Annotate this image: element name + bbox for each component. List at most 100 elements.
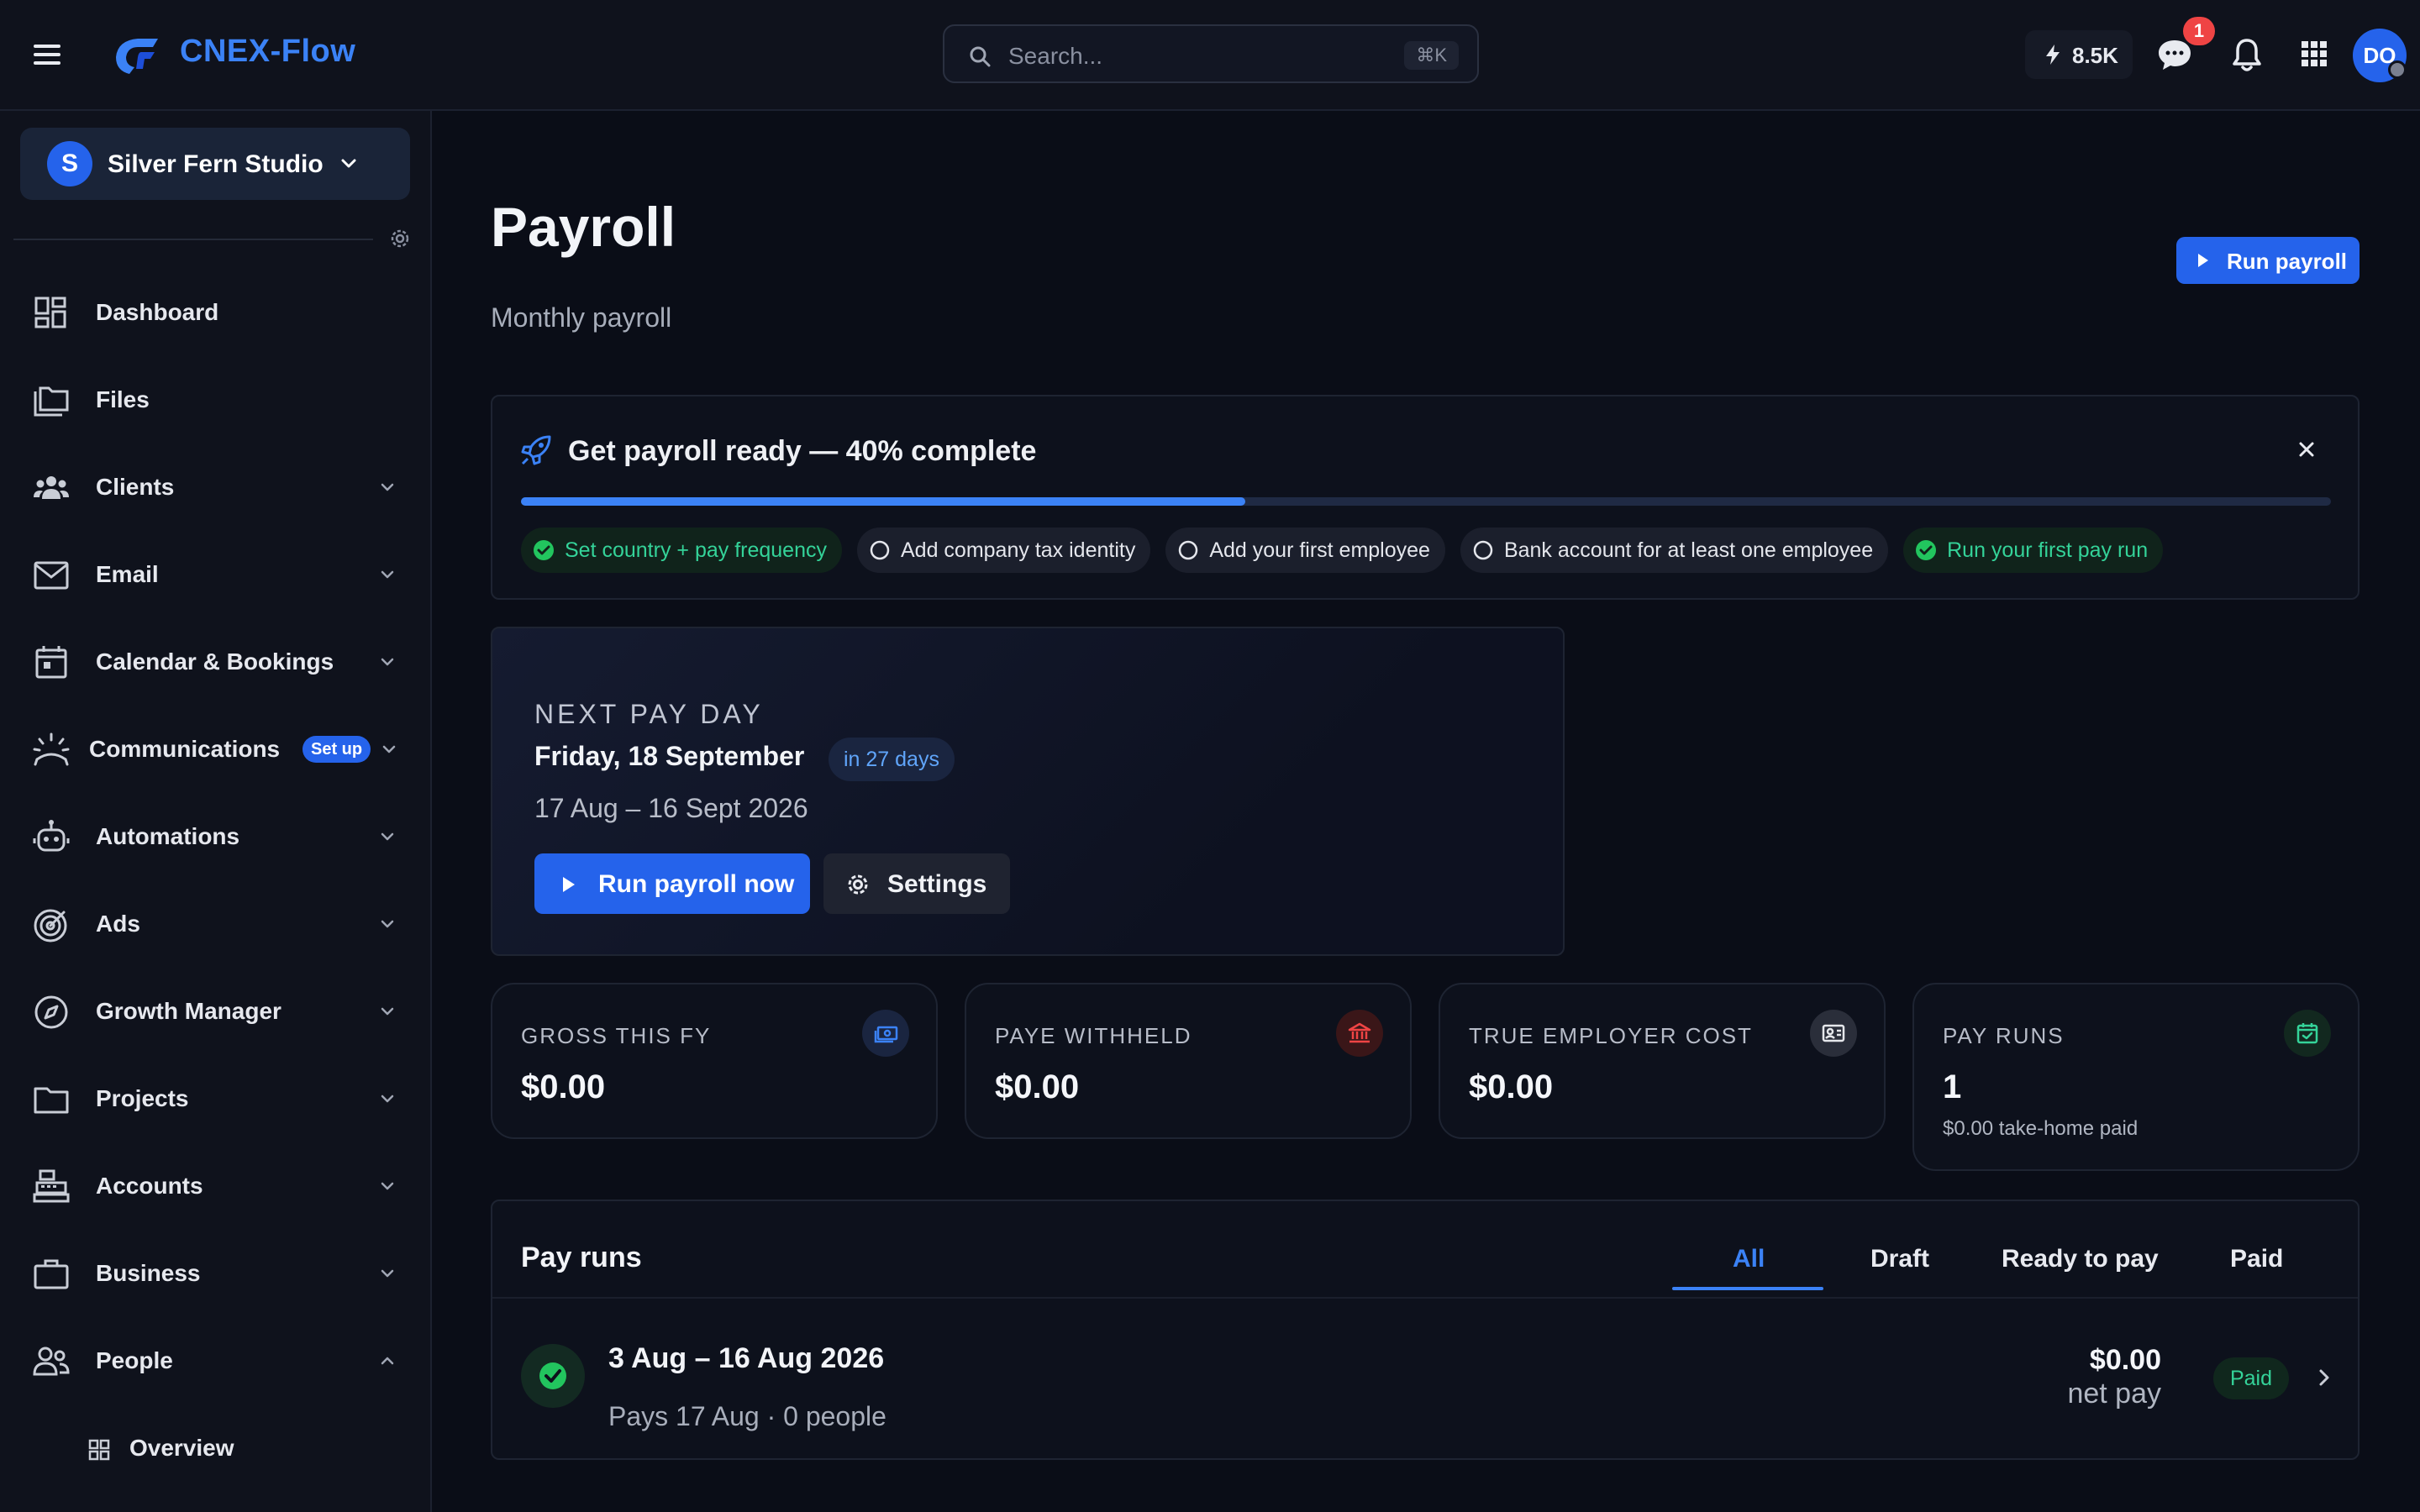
tab-ready-to-pay[interactable]: Ready to pay xyxy=(2002,1245,2159,1273)
setup-steps: Set country + pay frequency Add company t… xyxy=(521,528,2164,573)
brand-logo-icon[interactable] xyxy=(113,35,161,76)
sidebar-item-automations[interactable]: Automations xyxy=(0,803,430,870)
stat-value: $0.00 xyxy=(521,1068,606,1105)
sidebar-item-accounts[interactable]: Accounts xyxy=(0,1152,430,1220)
grid-icon xyxy=(88,1439,110,1461)
rocket-icon xyxy=(521,435,551,465)
chat-badge: 1 xyxy=(2183,17,2215,45)
chat-icon[interactable] xyxy=(2156,37,2193,72)
sidebar-item-communications[interactable]: Communications Set up xyxy=(0,716,430,783)
setup-step[interactable]: Bank account for at least one employee xyxy=(1460,528,1889,573)
sidebar-item-files[interactable]: Files xyxy=(0,366,430,433)
chevron-down-icon xyxy=(382,745,396,753)
setup-step-label: Add company tax identity xyxy=(901,538,1136,562)
sidebar-item-label: Clients xyxy=(96,474,175,500)
stat-subtext: $0.00 take-home paid xyxy=(1943,1117,2139,1140)
page-title: Payroll xyxy=(491,196,676,258)
settings-button[interactable]: Settings xyxy=(823,853,1010,914)
target-icon xyxy=(34,909,67,942)
close-icon[interactable] xyxy=(2296,438,2317,460)
apps-grid-icon[interactable] xyxy=(2301,40,2328,67)
setup-progress-card: Get payroll ready — 40% complete Set cou… xyxy=(491,395,2360,600)
settings-label: Settings xyxy=(887,870,987,898)
workspace-switcher[interactable]: S Silver Fern Studio xyxy=(20,128,410,200)
run-payroll-now-button[interactable]: Run payroll now xyxy=(534,853,810,914)
stat-value: $0.00 xyxy=(995,1068,1080,1105)
setup-step[interactable]: Run your first pay run xyxy=(1903,528,2164,573)
chevron-right-icon xyxy=(2319,1369,2329,1386)
calendar-check-icon xyxy=(2284,1010,2331,1057)
tab-draft[interactable]: Draft xyxy=(1870,1245,1929,1273)
pay-runs-card: Pay runs All Draft Ready to pay Paid 3 A… xyxy=(491,1200,2360,1460)
status-dot xyxy=(2388,60,2407,79)
tab-all[interactable]: All xyxy=(1733,1245,1765,1273)
chevron-up-icon xyxy=(381,1357,394,1365)
search-icon xyxy=(970,46,991,67)
sidebar-item-clients[interactable]: Clients xyxy=(0,454,430,521)
setup-step[interactable]: Set country + pay frequency xyxy=(521,528,842,573)
empty-circle-icon xyxy=(1179,540,1198,560)
id-card-icon xyxy=(1810,1010,1857,1057)
sidebar-item-label: Overview xyxy=(129,1435,234,1461)
sidebar-item-label: Accounts xyxy=(96,1173,203,1199)
setup-progress-bar xyxy=(521,497,2331,506)
workspace-avatar: S xyxy=(47,141,92,186)
pay-run-row[interactable]: 3 Aug – 16 Aug 2026 Pays 17 Aug · 0 peop… xyxy=(492,1299,2358,1458)
sidebar-item-calendar[interactable]: Calendar & Bookings xyxy=(0,628,430,696)
search-bar[interactable]: Search... ⌘K xyxy=(943,24,1479,83)
credits-button[interactable]: 8.5K xyxy=(2025,30,2133,79)
stat-label: PAYE WITHHELD xyxy=(995,1023,1192,1048)
stat-label: PAY RUNS xyxy=(1943,1023,2065,1048)
sidebar-divider xyxy=(13,239,373,240)
setup-progress-fill xyxy=(521,497,1245,506)
sidebar-settings-icon[interactable] xyxy=(388,227,412,250)
sidebar-item-label: Business xyxy=(96,1260,201,1286)
chevron-down-icon xyxy=(381,570,394,579)
sidebar-item-label: Files xyxy=(96,386,150,412)
sidebar-item-label: Automations xyxy=(96,823,240,849)
money-icon xyxy=(862,1010,909,1057)
run-payroll-label: Run payroll xyxy=(2227,249,2348,274)
stat-paye-withheld: PAYE WITHHELD $0.00 xyxy=(965,983,1412,1139)
sidebar-item-label: Growth Manager xyxy=(96,998,281,1024)
pay-run-details: Pays 17 Aug · 0 people xyxy=(608,1401,886,1431)
chevron-down-icon xyxy=(381,1269,394,1278)
stat-label: TRUE EMPLOYER COST xyxy=(1469,1023,1753,1048)
clients-icon xyxy=(34,476,69,499)
sidebar-subitem-overview[interactable]: Overview xyxy=(0,1421,430,1488)
sidebar-item-projects[interactable]: Projects xyxy=(0,1065,430,1132)
pay-run-amount: $0.00 xyxy=(2089,1344,2161,1376)
setup-step-label: Add your first employee xyxy=(1209,538,1430,562)
sidebar-item-ads[interactable]: Ads xyxy=(0,890,430,958)
folder-icon xyxy=(34,1087,69,1114)
run-payroll-now-label: Run payroll now xyxy=(598,870,795,898)
chevron-down-icon xyxy=(381,1007,394,1016)
people-icon xyxy=(33,1347,70,1376)
chevron-down-icon xyxy=(381,920,394,928)
setup-badge[interactable]: Set up xyxy=(302,736,371,763)
tab-paid[interactable]: Paid xyxy=(2230,1245,2283,1273)
setup-step[interactable]: Add your first employee xyxy=(1165,528,1445,573)
check-circle-icon xyxy=(521,1344,585,1408)
sidebar-item-dashboard[interactable]: Dashboard xyxy=(0,279,430,346)
chevron-down-icon xyxy=(341,159,356,168)
stat-value: 1 xyxy=(1943,1068,1962,1105)
search-shortcut: ⌘K xyxy=(1404,41,1459,70)
bank-icon xyxy=(1336,1010,1383,1057)
empty-circle-icon xyxy=(1473,540,1493,560)
sidebar-item-business[interactable]: Business xyxy=(0,1240,430,1307)
bell-icon[interactable] xyxy=(2230,37,2264,74)
sidebar-item-people[interactable]: People xyxy=(0,1327,430,1394)
pay-run-period: 3 Aug – 16 Aug 2026 xyxy=(608,1342,885,1374)
setup-title: Get payroll ready — 40% complete xyxy=(568,435,1037,467)
empty-circle-icon xyxy=(870,540,890,560)
email-icon xyxy=(34,561,69,590)
next-pay-day-card: NEXT PAY DAY Friday, 18 September in 27 … xyxy=(491,627,1565,956)
setup-step[interactable]: Add company tax identity xyxy=(857,528,1151,573)
brand-name[interactable]: CNEX-Flow xyxy=(180,34,355,70)
menu-icon[interactable] xyxy=(30,38,67,71)
sidebar-item-email[interactable]: Email xyxy=(0,541,430,608)
run-payroll-button[interactable]: Run payroll xyxy=(2176,237,2360,284)
sidebar-item-growth-manager[interactable]: Growth Manager xyxy=(0,978,430,1045)
gear-icon xyxy=(848,874,868,895)
